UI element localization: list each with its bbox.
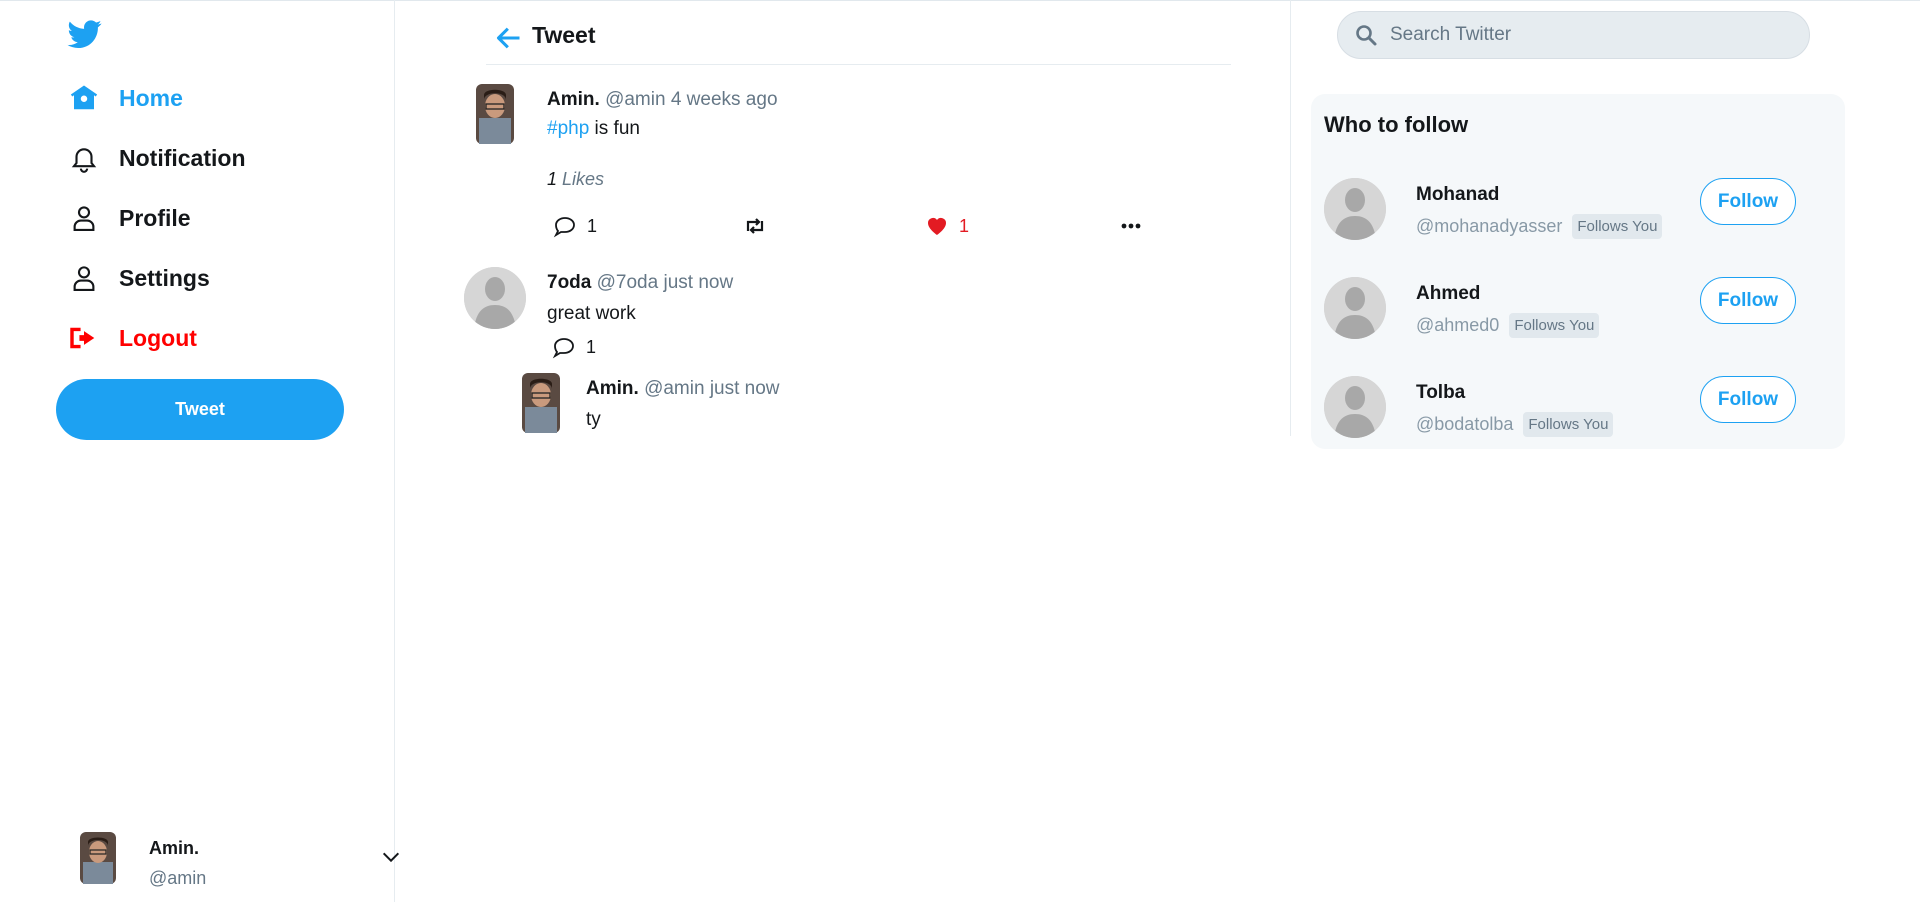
follows-you-badge: Follows You — [1523, 412, 1614, 437]
comment-meta: 7oda @7oda just now — [547, 272, 733, 294]
follow-button[interactable]: Follow — [1700, 178, 1796, 225]
avatar[interactable] — [476, 84, 514, 144]
tweet-time: 4 weeks ago — [670, 89, 778, 110]
tweet-body: is fun — [589, 118, 640, 139]
suggestion-handle: @mohanadyasser Follows You — [1416, 214, 1663, 239]
home-icon — [68, 82, 100, 114]
user-icon — [68, 202, 100, 234]
comment: 7oda @7oda just now great work 1 — [464, 267, 1224, 367]
like-count: 1 — [959, 215, 970, 236]
tweet-actions: 1 1 — [553, 214, 1253, 240]
tweet-text: #php is fun — [547, 118, 640, 140]
reply-button[interactable]: 1 — [552, 335, 596, 359]
nav-logout[interactable]: Logout — [68, 316, 197, 360]
avatar[interactable] — [1324, 178, 1386, 240]
search-input[interactable] — [1390, 24, 1790, 46]
account-handle: @amin — [149, 868, 207, 888]
suggestion-name[interactable]: Ahmed — [1416, 283, 1480, 305]
comment-time: just now — [663, 272, 734, 293]
handle-text: @ahmed0 — [1416, 315, 1500, 335]
logout-icon — [68, 322, 100, 354]
nav-label: Logout — [119, 324, 197, 351]
search-icon — [1354, 23, 1378, 47]
tweet-meta: Amin. @amin 4 weeks ago — [547, 89, 778, 111]
reply-count: 1 — [586, 336, 597, 357]
retweet-button[interactable] — [743, 214, 767, 238]
follow-suggestion: Ahmed @ahmed0 Follows You Follow — [1324, 277, 1834, 347]
avatar[interactable] — [1324, 376, 1386, 438]
comment-text: great work — [547, 303, 636, 324]
handle-text: @mohanadyasser — [1416, 216, 1563, 236]
reply-meta: Amin. @amin just now — [586, 378, 780, 400]
who-to-follow-panel: Who to follow Mohanad @mohanadyasser Foll… — [1311, 94, 1845, 449]
tweet: Amin. @amin 4 weeks ago #php is fun 1 Li… — [476, 84, 1196, 254]
comment-icon — [553, 214, 577, 238]
heart-icon — [925, 214, 949, 238]
nav-notification[interactable]: Notification — [68, 136, 246, 180]
nav-label: Settings — [119, 264, 210, 291]
follow-button[interactable]: Follow — [1700, 376, 1796, 423]
search-bar[interactable] — [1337, 11, 1810, 59]
likes-count: 1 — [547, 169, 558, 189]
comment-icon — [552, 335, 576, 359]
nav-home[interactable]: Home — [68, 76, 183, 120]
hashtag-link[interactable]: #php — [547, 118, 589, 139]
comment-button[interactable]: 1 — [553, 214, 597, 238]
account-switcher[interactable]: Amin. @amin — [80, 826, 400, 896]
twitter-bird-icon[interactable] — [66, 17, 104, 51]
more-icon — [1119, 214, 1143, 238]
user-icon — [68, 262, 100, 294]
user-handle: @amin — [644, 378, 705, 399]
follow-suggestion: Tolba @bodatolba Follows You Follow — [1324, 376, 1834, 446]
avatar[interactable] — [522, 373, 560, 433]
user-name[interactable]: 7oda — [547, 272, 591, 293]
avatar[interactable] — [464, 267, 526, 329]
nav-label: Home — [119, 84, 183, 111]
account-name: Amin. — [149, 838, 200, 858]
panel-title: Who to follow — [1324, 112, 1469, 137]
page-header: Tweet — [486, 0, 1231, 65]
follow-button[interactable]: Follow — [1700, 277, 1796, 324]
nav-label: Notification — [119, 144, 246, 171]
main-column: Tweet Amin. @amin 4 weeks ago #php is fu… — [396, 0, 1291, 436]
avatar — [80, 832, 116, 884]
suggestion-name[interactable]: Tolba — [1416, 382, 1465, 404]
avatar[interactable] — [1324, 277, 1386, 339]
nav-settings[interactable]: Settings — [68, 256, 210, 300]
handle-text: @bodatolba — [1416, 414, 1514, 434]
suggestion-handle: @ahmed0 Follows You — [1416, 313, 1600, 338]
sidebar: Home Notification Profile Settings Logou… — [0, 0, 400, 902]
nav-profile[interactable]: Profile — [68, 196, 191, 240]
likes-label: Likes — [562, 169, 605, 189]
follow-suggestion: Mohanad @mohanadyasser Follows You Follow — [1324, 178, 1834, 248]
tweet-button[interactable]: Tweet — [56, 379, 344, 440]
reply-text: ty — [586, 409, 601, 430]
retweet-icon — [743, 214, 767, 238]
user-handle: @7oda — [596, 272, 659, 293]
suggestion-handle: @bodatolba Follows You — [1416, 412, 1614, 437]
reply: Amin. @amin just now ty — [522, 373, 1022, 438]
bell-icon — [68, 142, 100, 174]
arrow-left-icon[interactable] — [494, 24, 524, 52]
chevron-down-icon[interactable] — [380, 846, 402, 868]
like-button[interactable]: 1 — [925, 214, 969, 238]
user-name[interactable]: Amin. — [586, 378, 639, 399]
user-name[interactable]: Amin. — [547, 89, 600, 110]
comment-count: 1 — [587, 215, 598, 236]
user-handle: @amin — [605, 89, 666, 110]
follows-you-badge: Follows You — [1509, 313, 1600, 338]
likes-summary[interactable]: 1 Likes — [547, 169, 604, 190]
suggestion-name[interactable]: Mohanad — [1416, 184, 1499, 206]
nav-label: Profile — [119, 204, 191, 231]
more-button[interactable] — [1119, 214, 1143, 238]
reply-time: just now — [709, 378, 780, 399]
follows-you-badge: Follows You — [1572, 214, 1663, 239]
page-title: Tweet — [532, 22, 596, 48]
